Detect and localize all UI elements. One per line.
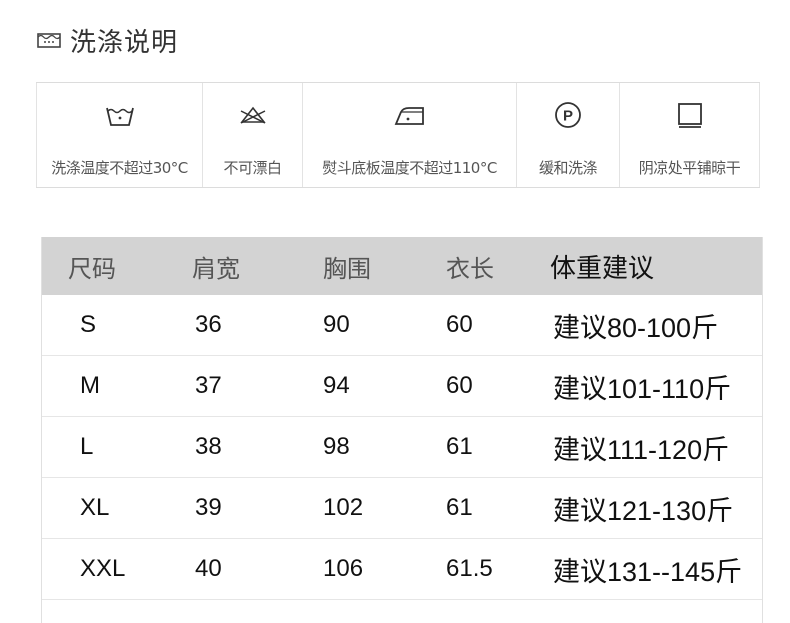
cell-length: 61 [446,494,473,521]
wash-basin-icon [36,30,62,50]
care-label: 熨斗底板温度不超过110°C [322,158,497,177]
dry-clean-p-icon: P [553,83,583,147]
cell-length: 61.5 [446,555,493,582]
washing-section-title: 洗涤说明 [36,22,178,58]
care-label: 洗涤温度不超过30°C [51,158,188,177]
cell-chest: 106 [323,555,364,582]
table-row-cutoff [42,600,762,623]
care-instructions: 洗涤温度不超过30°C 不可漂白 熨斗底板温度不超过110°C P 缓和洗涤 阴… [36,82,760,188]
cell-shoulder: 36 [195,311,222,338]
cell-weight: 建议101-110斤 [553,373,732,404]
care-label: 不可漂白 [223,158,282,177]
table-row: M 37 94 60 建议101-110斤 [42,356,762,417]
size-table: 尺码 肩宽 胸围 衣长 体重建议 S 36 90 60 建议80-100斤 M … [41,237,763,623]
dry-flat-shade-icon [676,83,704,147]
cell-chest: 102 [323,494,364,521]
cell-weight: 建议111-120斤 [553,434,730,465]
cell-length: 60 [446,372,473,399]
cell-shoulder: 37 [195,372,222,399]
cell-chest: 98 [323,433,350,460]
cell-shoulder: 39 [195,494,222,521]
cell-chest: 94 [323,372,350,399]
care-item-bleach: 不可漂白 [202,83,302,187]
cell-size: S [80,311,97,338]
table-row: XL 39 102 61 建议121-130斤 [42,478,762,539]
header-size: 尺码 [68,254,116,283]
care-item-gentle: P 缓和洗涤 [516,83,619,187]
table-row: L 38 98 61 建议111-120斤 [42,417,762,478]
table-row: S 36 90 60 建议80-100斤 [42,295,762,356]
header-length: 衣长 [446,254,494,283]
header-chest: 胸围 [323,254,371,283]
cell-size: M [80,372,100,399]
cell-shoulder: 38 [195,433,222,460]
page-title: 洗涤说明 [70,27,179,58]
table-header: 尺码 肩宽 胸围 衣长 体重建议 [42,237,762,295]
cell-length: 61 [446,433,473,460]
cell-size: XXL [80,555,126,582]
cell-weight: 建议121-130斤 [553,495,734,526]
wash-30-icon [105,83,135,147]
care-item-wash: 洗涤温度不超过30°C [36,83,202,187]
cell-size: XL [80,494,110,521]
svg-text:P: P [563,108,573,125]
cell-shoulder: 40 [195,555,222,582]
iron-low-icon [393,83,427,147]
cell-weight: 建议80-100斤 [553,312,719,343]
care-label: 阴凉处平铺晾干 [638,158,741,177]
care-label: 缓和洗涤 [538,158,598,177]
table-row: XXL 40 106 61.5 建议131--145斤 [42,539,762,600]
care-item-dry: 阴凉处平铺晾干 [619,83,760,187]
cell-chest: 90 [323,311,350,338]
cell-length: 60 [446,311,473,338]
header-shoulder: 肩宽 [192,254,240,283]
care-item-iron: 熨斗底板温度不超过110°C [302,83,516,187]
cell-size: L [80,433,94,460]
no-bleach-icon [238,83,268,147]
header-weight: 体重建议 [550,253,655,284]
cell-weight: 建议131--145斤 [553,556,743,587]
